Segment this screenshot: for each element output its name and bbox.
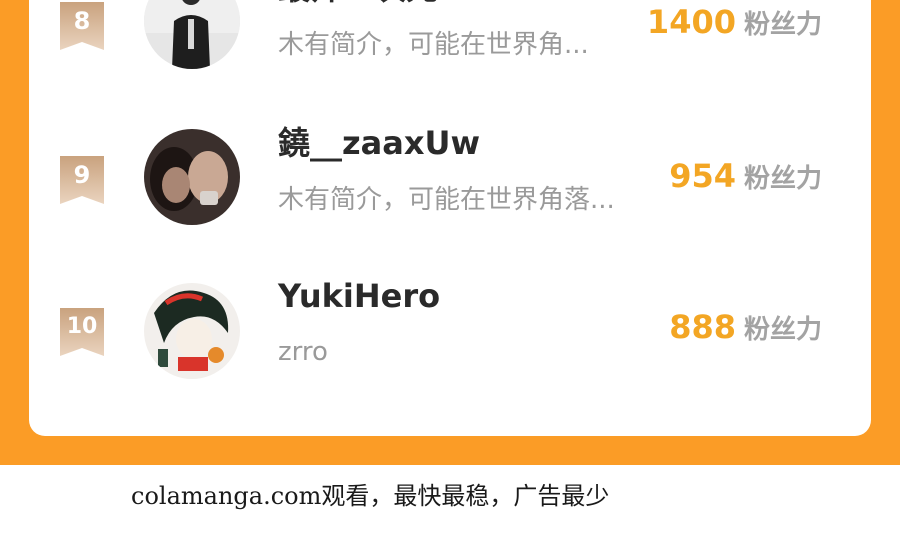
rank-number: 9 [73, 161, 91, 189]
user-name[interactable]: 鐃__zaaxUw [278, 123, 480, 163]
user-bio: 木有简介，可能在世界角落... [278, 185, 615, 215]
rank-badge: 10 [60, 308, 104, 356]
fan-power-stat: 1400 粉丝力 [647, 2, 822, 48]
rank-number: 10 [66, 314, 98, 339]
user-bio: 木有简介，可能在世界角... [278, 30, 589, 60]
rank-badge: 9 [60, 156, 104, 204]
leaderboard-row-9[interactable]: 9 鐃__zaaxUw 木有简介，可能在世界角落... 954 粉丝力 [29, 123, 871, 235]
avatar[interactable] [144, 0, 240, 69]
leaderboard-row-8[interactable]: 8 最帅二次元 木有简介，可能在世界角... 1400粉丝力 [29, 0, 871, 80]
rank-badge: 8 [60, 2, 104, 50]
fan-unit-label: 粉丝力 [743, 10, 822, 40]
user-name[interactable]: YukiHero [278, 276, 440, 316]
avatar[interactable] [144, 129, 240, 225]
fan-power-stat: 888 粉丝力 [669, 307, 822, 353]
site-watermark: colamanga.com观看，最快最稳，广告最少 [131, 482, 610, 510]
fan-leaderboard-card: 8 最帅二次元 木有简介，可能在世界角... 1400粉丝力 9 [29, 0, 871, 436]
avatar[interactable] [144, 283, 240, 379]
fan-power-stat: 954 粉丝力 [669, 156, 822, 202]
user-bio: zrro [278, 337, 328, 367]
fan-count: 954 [669, 157, 736, 195]
leaderboard-row-10[interactable]: 10 YukiHero zrro 888 粉丝力 [29, 276, 871, 388]
user-name[interactable]: 最帅二次元 [278, 0, 438, 8]
fan-count: 888 [669, 308, 736, 346]
rank-number: 8 [73, 7, 91, 35]
fan-count: 1400 [646, 3, 736, 41]
fan-unit-label: 粉丝力 [743, 164, 822, 194]
fan-unit-label: 粉丝力 [743, 315, 822, 345]
